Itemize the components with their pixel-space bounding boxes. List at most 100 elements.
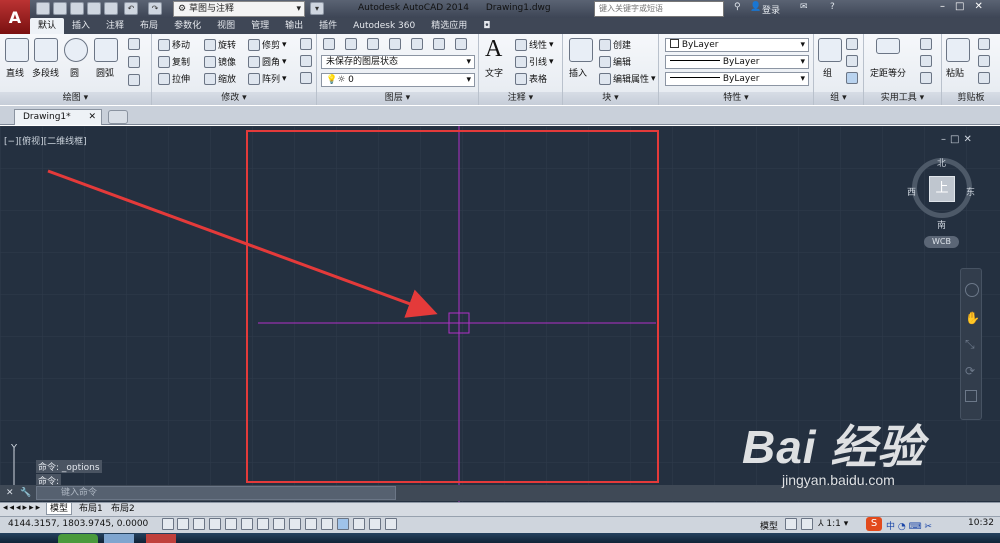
edit-block-button[interactable]: 编辑 (599, 55, 631, 68)
open-file-icon[interactable] (53, 2, 67, 15)
document-tab[interactable]: Drawing1* ✕ (14, 109, 102, 125)
help-icon[interactable]: ? (830, 2, 835, 12)
leader-button[interactable]: 引线 ▾ (515, 55, 554, 68)
layer-isolate-icon[interactable] (389, 38, 401, 50)
tab-autodesk-360[interactable]: Autodesk 360 (345, 18, 423, 34)
ortho-mode-icon[interactable] (209, 518, 221, 530)
transparency-icon[interactable] (337, 518, 349, 530)
command-settings-icon[interactable]: 🔧 (20, 488, 31, 498)
trim-button[interactable]: 修剪 ▾ (248, 38, 287, 51)
layer-match-icon[interactable] (345, 38, 357, 50)
cut-icon[interactable] (978, 38, 990, 50)
tab-annotate[interactable]: 注释 (98, 18, 132, 34)
insert-block-icon[interactable] (569, 38, 593, 62)
panel-annotation-label[interactable]: 注释 ▾ (479, 92, 562, 105)
command-input[interactable]: 键入命令 (36, 486, 396, 500)
undo-icon[interactable]: ↶ (124, 2, 138, 15)
new-file-icon[interactable] (36, 2, 50, 15)
close-tab-icon[interactable]: ✕ (88, 110, 96, 125)
layer-lock-icon[interactable] (455, 38, 467, 50)
region-icon[interactable] (128, 74, 140, 86)
polyline-button[interactable]: 多段线 (32, 66, 59, 79)
mirror-button[interactable]: 镜像 (204, 55, 236, 68)
save-icon[interactable] (70, 2, 84, 15)
arc-icon[interactable] (94, 38, 118, 62)
panel-block-label[interactable]: 块 ▾ (563, 92, 658, 105)
layer-previous-icon[interactable] (367, 38, 379, 50)
layer-freeze-icon[interactable] (411, 38, 423, 50)
taskbar-app-icon[interactable] (58, 534, 98, 543)
edit-attributes-button[interactable]: 编辑属性 ▾ (599, 72, 656, 85)
panel-layers-label[interactable]: 图层 ▾ (317, 92, 478, 105)
wcs-menu[interactable]: WCB (924, 236, 959, 248)
layer-off-icon[interactable] (433, 38, 445, 50)
compass-north[interactable]: 北 (937, 156, 946, 169)
window-controls[interactable]: –□✕ (940, 1, 993, 12)
paste-icon[interactable] (946, 38, 970, 62)
tab-output[interactable]: 输出 (277, 18, 311, 34)
orbit-icon[interactable]: ⟳ (965, 364, 977, 378)
ime-toolbar[interactable]: 中 ◔ ⌨ ✂ (886, 519, 932, 532)
model-space-button[interactable]: 模型 (760, 519, 778, 532)
quick-calc-icon[interactable] (920, 38, 932, 50)
dynamic-input-icon[interactable] (305, 518, 317, 530)
binoculars-icon[interactable]: ⚲ (734, 2, 741, 12)
3d-object-snap-icon[interactable] (257, 518, 269, 530)
tab-layout1[interactable]: 布局1 (76, 503, 106, 515)
insert-button[interactable]: 插入 (569, 66, 587, 79)
scale-button[interactable]: 缩放 (204, 72, 236, 85)
create-block-button[interactable]: 创建 (599, 38, 631, 51)
measure-button[interactable]: 定距等分 (870, 66, 906, 79)
copy-button[interactable]: 复制 (158, 55, 190, 68)
lineweight-dropdown[interactable]: ByLayer ▾ (665, 72, 809, 86)
tab-manage[interactable]: 管理 (243, 18, 277, 34)
measure-icon[interactable] (876, 38, 900, 54)
polar-tracking-icon[interactable] (225, 518, 237, 530)
hatch-icon[interactable] (128, 56, 140, 68)
quick-view-drawings-icon[interactable] (801, 518, 813, 530)
panel-draw-label[interactable]: 绘图 ▾ (0, 92, 151, 105)
application-menu-button[interactable]: A (0, 0, 30, 34)
ribbon-options-icon[interactable]: ◘ (475, 18, 498, 34)
input-method-icon[interactable]: S (866, 517, 882, 531)
quick-access-dropdown-icon[interactable]: ▾ (310, 2, 324, 15)
id-point-icon[interactable] (920, 72, 932, 84)
new-tab-button[interactable] (108, 110, 128, 124)
fillet-button[interactable]: 圆角 ▾ (248, 55, 287, 68)
group-button[interactable]: 组 (823, 66, 832, 79)
layout-nav-arrows[interactable]: ◂◂◂▸▸▸ (3, 503, 42, 513)
circle-button[interactable]: 圆 (70, 66, 79, 79)
tab-view[interactable]: 视图 (209, 18, 243, 34)
quick-view-layouts-icon[interactable] (785, 518, 797, 530)
panel-clipboard-label[interactable]: 剪贴板 (942, 92, 1000, 105)
ungroup-icon[interactable] (846, 38, 858, 50)
compass-east[interactable]: 东 (966, 185, 975, 198)
copy-clip-icon[interactable] (978, 55, 990, 67)
match-properties-icon[interactable] (978, 72, 990, 84)
annotation-monitor-icon[interactable] (385, 518, 397, 530)
arc-button[interactable]: 圆弧 (96, 66, 114, 79)
taskbar-app-icon[interactable] (104, 534, 134, 543)
group-select-icon[interactable] (846, 72, 858, 84)
user-icon[interactable]: 👤 (750, 2, 761, 12)
move-button[interactable]: 移动 (158, 38, 190, 51)
line-icon[interactable] (5, 38, 29, 62)
tab-plugins[interactable]: 插件 (311, 18, 345, 34)
redo-icon[interactable]: ↷ (148, 2, 162, 15)
object-snap-tracking-icon[interactable] (273, 518, 285, 530)
color-dropdown[interactable]: ByLayer ▾ (665, 38, 809, 52)
save-as-icon[interactable] (87, 2, 101, 15)
polyline-icon[interactable] (34, 38, 58, 62)
tab-parametric[interactable]: 参数化 (166, 18, 209, 34)
layer-properties-icon[interactable] (323, 38, 335, 50)
panel-groups-label[interactable]: 组 ▾ (814, 92, 863, 105)
compass-south[interactable]: 南 (937, 218, 946, 231)
select-all-icon[interactable] (920, 55, 932, 67)
rotate-button[interactable]: 旋转 (204, 38, 236, 51)
explode-icon[interactable] (300, 55, 312, 67)
viewport-window-controls[interactable]: –□✕ (941, 134, 976, 145)
array-button[interactable]: 阵列 ▾ (248, 72, 287, 85)
close-command-icon[interactable]: ✕ (6, 488, 14, 498)
text-button[interactable]: 文字 (485, 66, 503, 79)
table-button[interactable]: 表格 (515, 72, 547, 85)
